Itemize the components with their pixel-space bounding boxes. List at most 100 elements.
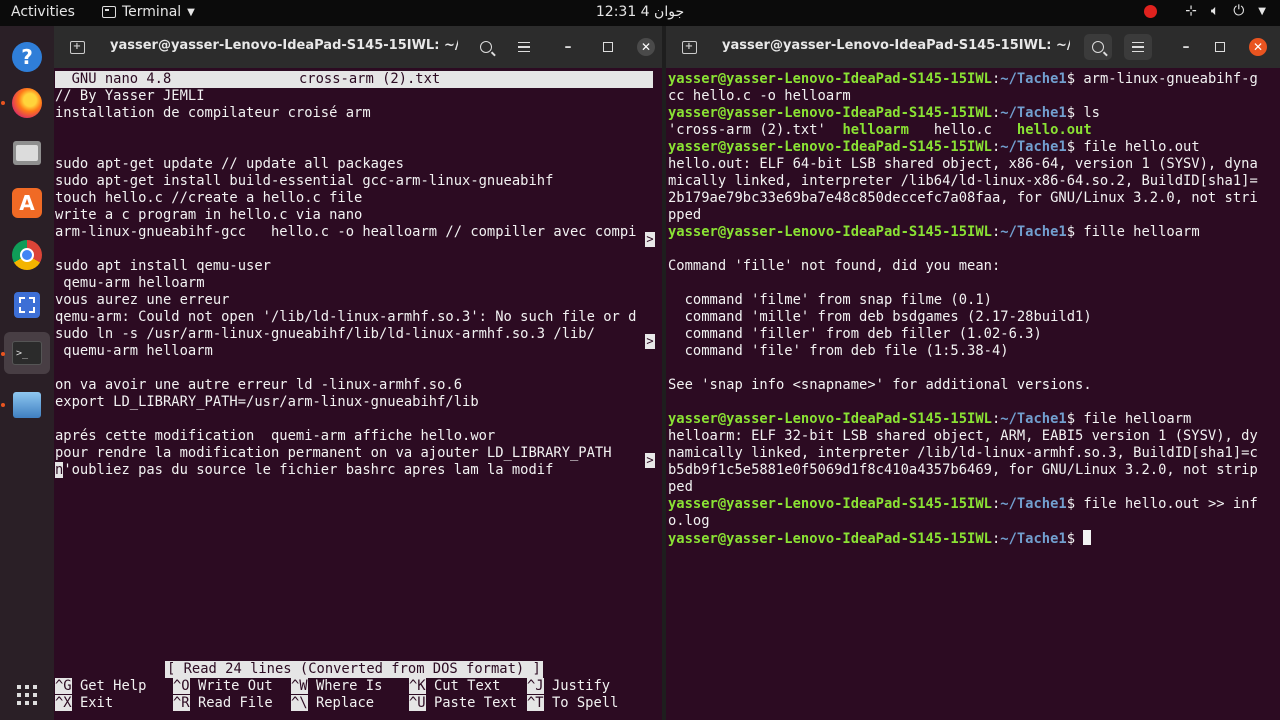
- app-menu-label: Terminal: [122, 4, 182, 20]
- text-line: qemu-arm: Could not open '/lib/ld-linux-…: [55, 309, 637, 325]
- prompt-user: yasser@yasser-Lenovo-IdeaPad-S145-15IWL: [668, 105, 992, 121]
- top-bar: Activities Terminal ▼ 12:31 جوان 4 ⊹ 🔈︎ …: [0, 0, 1280, 26]
- output-line: pped: [668, 207, 702, 223]
- hamburger-icon: [1132, 41, 1144, 53]
- app-grid-icon: [17, 685, 37, 705]
- firefox-icon: [12, 88, 42, 118]
- ls-output: 'cross-arm (2).txt' helloarm hello.c hel…: [668, 122, 1270, 139]
- menu-button[interactable]: [1124, 34, 1152, 60]
- shortcut-key: ^K: [409, 678, 426, 694]
- shortcut-key: ^X: [55, 695, 72, 711]
- command-continuation: cc hello.c -o helloarm: [668, 88, 851, 104]
- show-applications-button[interactable]: [6, 674, 48, 716]
- text-line: [55, 139, 655, 156]
- text-line: vous aurez une erreur: [55, 292, 230, 308]
- shortcut-label: Replace: [315, 695, 375, 711]
- prompt-line: yasser@yasser-Lenovo-IdeaPad-S145-15IWL:…: [668, 411, 1192, 427]
- prompt-path: ~/Tache1: [1000, 71, 1067, 87]
- title-bar[interactable]: + yasser@yasser-Lenovo-IdeaPad-S145-15IW…: [666, 26, 1280, 68]
- output-line: 2b179ae79bc33e69ba7e48c850deccefc7a08faa…: [668, 190, 1258, 206]
- new-tab-button[interactable]: +: [678, 36, 700, 58]
- output-line: mically linked, interpreter /lib64/ld-li…: [668, 173, 1258, 189]
- text-line: installation de compilateur croisé arm: [55, 105, 371, 121]
- shortcut-key: ^O: [173, 678, 190, 694]
- command-text: file hello.out: [1083, 139, 1200, 155]
- nano-editor[interactable]: GNU nano 4.8 cross-arm (2).txt // By Yass…: [54, 71, 662, 720]
- dock-desktop[interactable]: [6, 384, 48, 426]
- maximize-button[interactable]: [1206, 34, 1234, 60]
- output-line: b5db9f1c5e5881e0f5069d1f8c410a4357b6469,…: [668, 462, 1258, 478]
- dock-help[interactable]: ?: [6, 36, 48, 78]
- terminal-window-right[interactable]: + yasser@yasser-Lenovo-IdeaPad-S145-15IW…: [666, 26, 1280, 720]
- text-cursor: [1083, 530, 1092, 545]
- shortcut-where-is: ^W Where Is: [291, 678, 382, 695]
- output-line: See 'snap info <snapname>' for additiona…: [668, 377, 1092, 393]
- shortcut-replace: ^\ Replace: [291, 695, 374, 712]
- ls-entry: 'cross-arm (2).txt': [668, 122, 826, 138]
- dock-files[interactable]: [6, 132, 48, 174]
- chrome-icon: [12, 240, 42, 270]
- nano-text-area[interactable]: // By Yasser JEMLI installation de compi…: [55, 88, 655, 479]
- prompt-path: ~/Tache1: [1000, 531, 1067, 547]
- caret-down-icon: ▼: [187, 6, 195, 18]
- app-menu[interactable]: Terminal ▼: [102, 4, 195, 20]
- text-line: on va avoir une autre erreur ld -linux-a…: [55, 377, 463, 393]
- prompt-path: ~/Tache1: [1000, 105, 1067, 121]
- line-truncation-marker: >: [645, 232, 655, 247]
- output-line: command 'mille' from deb bsdgames (2.17-…: [668, 309, 1092, 325]
- output-line: Command 'fille' not found, did you mean:: [668, 258, 1001, 274]
- command-text: file hello.out >> inf: [1083, 496, 1258, 512]
- shortcut-paste-text: ^U Paste Text: [409, 695, 517, 712]
- text-line-cursor: n'oubliez pas du source le fichier bashr…: [55, 462, 655, 479]
- dock-screenshot[interactable]: [6, 284, 48, 326]
- close-button[interactable]: ✕: [637, 38, 655, 56]
- power-icon: ⏻: [1233, 3, 1245, 19]
- prompt-line-active[interactable]: yasser@yasser-Lenovo-IdeaPad-S145-15IWL:…: [668, 530, 1270, 547]
- minimize-button[interactable]: –: [554, 34, 582, 60]
- nano-version: GNU nano 4.8: [55, 71, 172, 87]
- terminal-window-left[interactable]: + yasser@yasser-Lenovo-IdeaPad-S145-15IW…: [54, 26, 662, 720]
- shortcut-to-spell: ^T To Spell: [527, 695, 618, 712]
- prompt-user: yasser@yasser-Lenovo-IdeaPad-S145-15IWL: [668, 496, 992, 512]
- terminal-icon: [102, 6, 116, 18]
- dock-software[interactable]: A: [6, 182, 48, 224]
- prompt-path: ~/Tache1: [1000, 224, 1067, 240]
- system-tray[interactable]: ⊹ 🔈︎ ⏻ ▼: [1144, 3, 1266, 19]
- text-line: quemu-arm helloarm: [55, 343, 213, 359]
- clock[interactable]: 12:31 جوان 4: [596, 4, 684, 20]
- nano-header: GNU nano 4.8 cross-arm (2).txt: [55, 71, 653, 88]
- chevron-down-icon: ▼: [1258, 5, 1266, 17]
- menu-button[interactable]: [510, 34, 538, 60]
- minimize-icon: –: [564, 39, 572, 55]
- terminal-output[interactable]: yasser@yasser-Lenovo-IdeaPad-S145-15IWL:…: [666, 71, 1280, 720]
- shortcut-key: ^T: [527, 695, 544, 711]
- new-tab-button[interactable]: +: [66, 36, 88, 58]
- prompt-user: yasser@yasser-Lenovo-IdeaPad-S145-15IWL: [668, 411, 992, 427]
- dock-chrome[interactable]: [6, 234, 48, 276]
- dock: ? A >_: [0, 26, 54, 720]
- shortcut-key: ^J: [527, 678, 544, 694]
- recording-indicator-icon[interactable]: [1144, 4, 1158, 18]
- prompt-line: yasser@yasser-Lenovo-IdeaPad-S145-15IWL:…: [668, 71, 1258, 87]
- search-button[interactable]: [1084, 34, 1112, 60]
- dock-firefox[interactable]: [6, 82, 48, 124]
- text-line: [55, 241, 655, 258]
- shortcut-read-file: ^R Read File: [173, 695, 273, 712]
- prompt-line: yasser@yasser-Lenovo-IdeaPad-S145-15IWL:…: [668, 496, 1258, 512]
- minimize-button[interactable]: –: [1172, 34, 1200, 60]
- close-button[interactable]: ✕: [1249, 38, 1267, 56]
- search-button[interactable]: [472, 34, 500, 60]
- shortcut-key: ^\: [291, 695, 308, 711]
- text-line: arm-linux-gnueabihf-gcc hello.c -o heall…: [55, 224, 637, 240]
- activities-button[interactable]: Activities: [11, 4, 75, 20]
- maximize-button[interactable]: [594, 34, 622, 60]
- text-line: sudo ln -s /usr/arm-linux-gnueabihf/lib/…: [55, 326, 595, 342]
- title-bar[interactable]: + yasser@yasser-Lenovo-IdeaPad-S145-15IW…: [54, 26, 662, 68]
- software-store-icon: A: [12, 188, 42, 218]
- minimize-icon: –: [1182, 39, 1190, 55]
- prompt-line: yasser@yasser-Lenovo-IdeaPad-S145-15IWL:…: [668, 139, 1200, 155]
- dock-terminal[interactable]: >_: [4, 332, 50, 374]
- prompt-user: yasser@yasser-Lenovo-IdeaPad-S145-15IWL: [668, 139, 992, 155]
